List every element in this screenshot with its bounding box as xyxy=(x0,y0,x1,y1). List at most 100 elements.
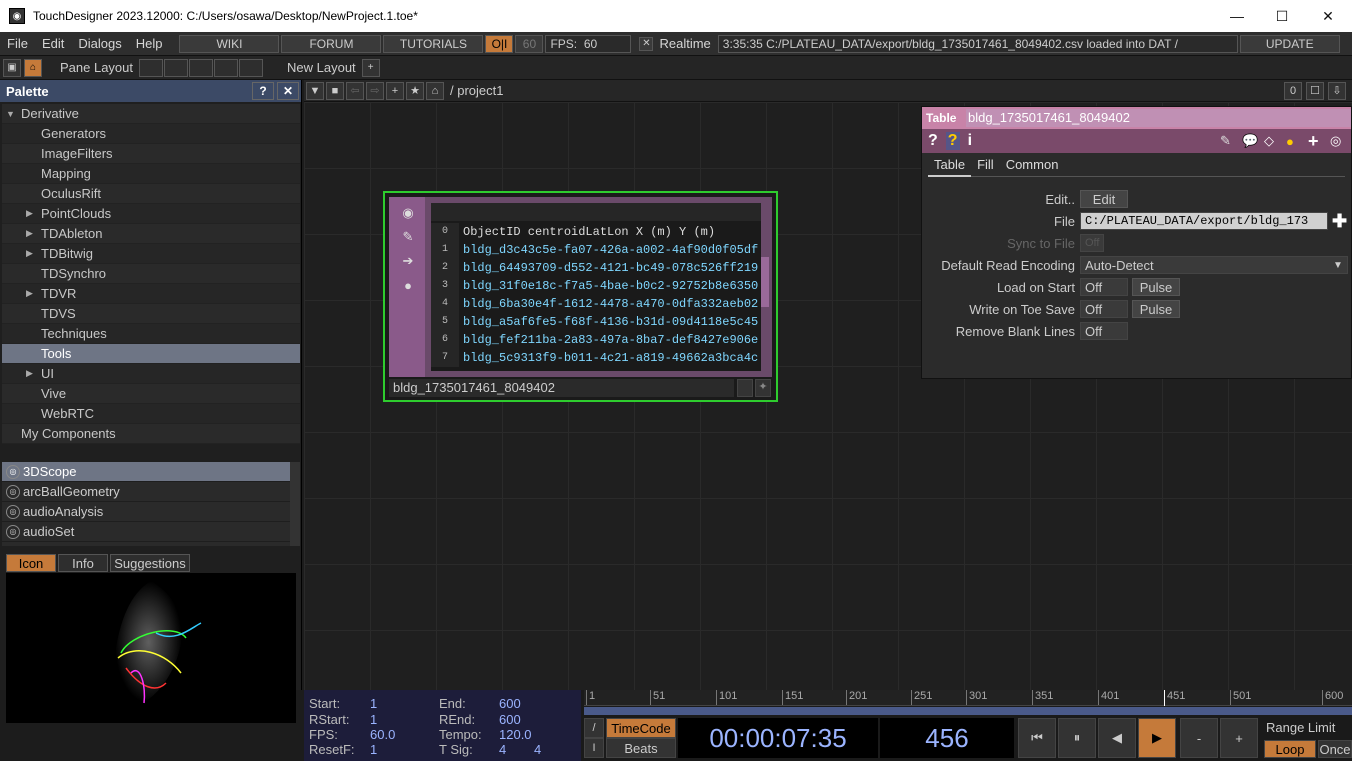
pulse-button[interactable]: Pulse xyxy=(1132,300,1180,318)
tab-fill[interactable]: Fill xyxy=(971,153,1000,177)
tree-item-tdsynchro[interactable]: TDSynchro xyxy=(2,264,300,284)
timecode-display[interactable]: 00:00:07:35 xyxy=(678,718,878,758)
bookmark-icon[interactable]: ★ xyxy=(406,81,424,100)
update-button[interactable]: UPDATE xyxy=(1239,34,1340,53)
resetf-value[interactable]: 1 xyxy=(370,742,377,757)
playhead[interactable] xyxy=(1164,690,1165,706)
menu-help[interactable]: Help xyxy=(129,36,170,51)
tree-item-tdvs[interactable]: TDVS xyxy=(2,304,300,324)
python-help-icon[interactable]: ? xyxy=(945,132,960,150)
fps-value-bottom[interactable]: 60.0 xyxy=(370,727,395,742)
tree-item-imagefilters[interactable]: ImageFilters xyxy=(2,144,300,164)
tree-item-tdvr[interactable]: ▶ TDVR xyxy=(2,284,300,304)
menu-file[interactable]: File xyxy=(0,36,35,51)
loop-button[interactable]: Loop xyxy=(1264,740,1316,758)
tree-item-tdbitwig[interactable]: ▶ TDBitwig xyxy=(2,244,300,264)
edit-button[interactable]: Edit xyxy=(1080,190,1128,208)
tree-item-vive[interactable]: Vive xyxy=(2,384,300,404)
help-icon[interactable]: ? xyxy=(928,132,938,150)
tab-suggestions[interactable]: Suggestions xyxy=(110,554,190,572)
tab-info[interactable]: Info xyxy=(58,554,108,572)
network-menu-icon[interactable]: ▼ xyxy=(306,81,324,100)
once-button[interactable]: Once xyxy=(1318,740,1352,758)
end-value[interactable]: 600 xyxy=(499,696,521,711)
table-dat-node[interactable]: ◉ ✎ ➔ ● 0 ObjectID centroidLatLon X (m) Y… xyxy=(383,191,778,402)
realtime-checkbox[interactable]: ✕ xyxy=(639,36,654,51)
menu-dialogs[interactable]: Dialogs xyxy=(71,36,128,51)
op-name-field[interactable]: bldg_1735017461_8049402 xyxy=(966,109,1351,127)
play-button[interactable]: ▶ xyxy=(1138,718,1176,758)
step-minus-button[interactable]: - xyxy=(1180,718,1218,758)
toggle-switch[interactable]: Off xyxy=(1080,322,1128,340)
forum-button[interactable]: FORUM xyxy=(281,34,382,53)
tree-item-tools[interactable]: Tools xyxy=(2,344,300,364)
node-flag-button[interactable]: ✦ xyxy=(755,379,771,397)
network-path[interactable]: / project1 xyxy=(450,83,503,98)
component-item[interactable]: ◎ audioAnalysis xyxy=(2,502,298,522)
component-item[interactable]: ◎ arcBallGeometry xyxy=(2,482,298,502)
tab-table[interactable]: Table xyxy=(928,153,972,177)
oi-toggle[interactable]: O|I xyxy=(485,34,514,53)
timeline-range-slider[interactable] xyxy=(584,707,1352,715)
tab-common[interactable]: Common xyxy=(1000,153,1065,177)
back-icon[interactable]: ⇦ xyxy=(346,81,364,100)
pause-button[interactable]: ⏸ xyxy=(1058,718,1096,758)
tree-item-derivative[interactable]: ▼ Derivative xyxy=(2,104,300,124)
layout-single[interactable] xyxy=(139,58,164,77)
tree-item-pointclouds[interactable]: ▶ PointClouds xyxy=(2,204,300,224)
expand-right-icon[interactable]: ▶ xyxy=(26,228,33,239)
step-back-button[interactable]: ◀ xyxy=(1098,718,1136,758)
home-icon[interactable]: ⌂ xyxy=(24,58,42,77)
rend-value[interactable]: 600 xyxy=(499,712,521,727)
add-operator-icon[interactable]: + xyxy=(386,81,404,100)
tree-item-my-components[interactable]: My Components xyxy=(2,424,300,444)
comment-icon[interactable]: 💬 xyxy=(1242,133,1258,149)
tree-item-techniques[interactable]: Techniques xyxy=(2,324,300,344)
node-viewer[interactable]: ◉ ✎ ➔ ● 0 ObjectID centroidLatLon X (m) Y… xyxy=(389,197,772,377)
timecode-toggle[interactable]: TimeCode xyxy=(606,718,676,738)
file-path-field[interactable]: C:/PLATEAU_DATA/export/bldg_173 xyxy=(1080,212,1328,230)
tempo-value[interactable]: 120.0 xyxy=(499,727,532,742)
node-bomb-icon[interactable]: ● xyxy=(400,277,416,293)
chevron-down-icon[interactable]: ▼ xyxy=(1333,260,1343,271)
home-network-icon[interactable]: ⌂ xyxy=(426,81,444,100)
expand-right-icon[interactable]: ▶ xyxy=(26,208,33,219)
toggle-switch[interactable]: Off xyxy=(1080,278,1128,296)
tree-item-ui[interactable]: ▶ UI xyxy=(2,364,300,384)
tsig-value-1[interactable]: 4 xyxy=(499,742,506,757)
tree-item-webrtc[interactable]: WebRTC xyxy=(2,404,300,424)
tree-item-oculusrift[interactable]: OculusRift xyxy=(2,184,300,204)
rewind-button[interactable]: ⏮ xyxy=(1018,718,1056,758)
python-icon[interactable]: ● xyxy=(1286,134,1294,149)
tab-icon[interactable]: Icon xyxy=(6,554,56,572)
component-item[interactable]: ◎ 3DScope xyxy=(2,462,298,482)
start-value[interactable]: 1 xyxy=(370,696,377,711)
node-scrollbar[interactable] xyxy=(761,257,769,307)
info-icon[interactable]: i xyxy=(968,132,972,150)
pulse-button[interactable]: Pulse xyxy=(1132,278,1180,296)
node-arrow-icon[interactable]: ➔ xyxy=(400,253,416,269)
minimize-button[interactable]: — xyxy=(1214,0,1260,32)
tutorials-button[interactable]: TUTORIALS xyxy=(383,34,484,53)
maximize-pane-icon[interactable]: ☐ xyxy=(1306,81,1324,100)
toggle-switch[interactable]: Off xyxy=(1080,300,1128,318)
stop-icon[interactable]: ■ xyxy=(326,81,344,100)
maximize-button[interactable]: ☐ xyxy=(1259,0,1305,32)
component-scrollbar[interactable] xyxy=(290,462,300,546)
download-icon[interactable]: ⇩ xyxy=(1328,81,1346,100)
menu-edit[interactable]: Edit xyxy=(35,36,71,51)
encoding-dropdown[interactable]: Auto-Detect xyxy=(1080,256,1348,274)
node-name[interactable]: bldg_1735017461_8049402 xyxy=(389,379,734,397)
tsig-value-2[interactable]: 4 xyxy=(534,742,541,757)
expand-right-icon[interactable]: ▶ xyxy=(26,248,33,259)
layout-quad[interactable] xyxy=(239,58,264,77)
forward-icon[interactable]: ⇨ xyxy=(366,81,384,100)
eraser-icon[interactable]: ◇ xyxy=(1264,133,1274,149)
node-edit-icon[interactable]: ✎ xyxy=(400,229,416,245)
close-button[interactable]: ✕ xyxy=(1305,0,1351,32)
wiki-button[interactable]: WIKI xyxy=(179,34,280,53)
node-target-icon[interactable]: ◉ xyxy=(400,205,416,221)
edit-pencil-icon[interactable]: ✎ xyxy=(1220,133,1231,149)
step-plus-button[interactable]: + xyxy=(1220,718,1258,758)
layout-split-h[interactable] xyxy=(189,58,214,77)
